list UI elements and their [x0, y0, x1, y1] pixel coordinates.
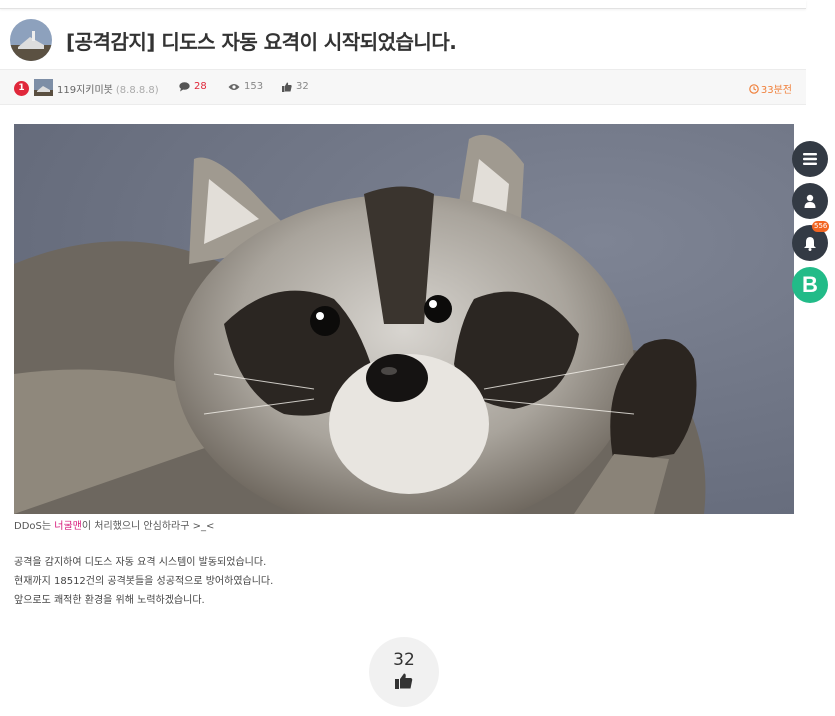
brand-button[interactable]: B [792, 267, 828, 303]
menu-button[interactable] [792, 141, 828, 177]
image-caption: DDoS는 너굴맨이 처리했으니 안심하라구 >_< [14, 517, 214, 532]
author-ip: (8.8.8.8) [115, 85, 159, 96]
comment-count-value: 28 [194, 81, 207, 92]
caption-highlight: 너굴맨 [54, 521, 82, 532]
author-name[interactable]: 119지키미봇 (8.8.8.8) [57, 81, 159, 96]
comment-count: 28 [179, 81, 207, 92]
post-image-raccoon [14, 124, 794, 514]
author-name-text[interactable]: 119지키미봇 [57, 85, 113, 96]
post-body: 공격을 감지하여 디도스 자동 요격 시스템이 발동되었습니다. 현재까지 18… [14, 553, 273, 610]
notification-button[interactable]: 556 [792, 221, 830, 261]
comment-icon [179, 81, 190, 91]
post-title: [공격감지] 디도스 자동 요격이 시작되었습니다. [66, 29, 457, 54]
like-button[interactable]: 32 [369, 637, 439, 707]
view-count: 153 [228, 81, 263, 92]
body-line: 공격을 감지하여 디도스 자동 요격 시스템이 발동되었습니다. [14, 557, 267, 568]
eye-icon [228, 83, 240, 90]
level-badge: 1 [14, 81, 29, 96]
view-count-value: 153 [244, 81, 264, 92]
brand-letter: B [802, 272, 818, 297]
board-avatar[interactable] [10, 19, 52, 61]
menu-icon [803, 153, 817, 165]
clock-icon [749, 83, 759, 94]
caption-suffix: 이 처리했으니 안심하라구 >_< [81, 521, 215, 532]
like-count-meta-value: 32 [296, 81, 309, 92]
like-button-count: 32 [393, 650, 415, 670]
post-time: 33분전 [749, 81, 792, 96]
post-header: [공격감지] 디도스 자동 요격이 시작되었습니다. [10, 18, 457, 62]
user-button[interactable] [792, 183, 828, 219]
body-line: 현재까지 18512건의 공격봇들을 성공적으로 방어하였습니다. [14, 576, 274, 587]
author-avatar[interactable] [34, 79, 53, 96]
thumbs-up-icon [395, 673, 413, 689]
post-meta-bar: 1 119지키미봇 (8.8.8.8) 28 153 32 33분전 [0, 69, 806, 105]
bell-icon [804, 236, 816, 251]
body-line: 앞으로도 쾌적한 환경을 위해 노력하겠습니다. [14, 595, 205, 606]
caption-prefix: DDoS는 [14, 521, 55, 532]
thumbs-up-icon [282, 82, 292, 92]
user-icon [804, 194, 816, 208]
notification-badge: 556 [812, 221, 830, 232]
post-time-value: 33분전 [760, 85, 792, 96]
top-bar [0, 0, 806, 9]
like-count-meta: 32 [282, 81, 309, 92]
